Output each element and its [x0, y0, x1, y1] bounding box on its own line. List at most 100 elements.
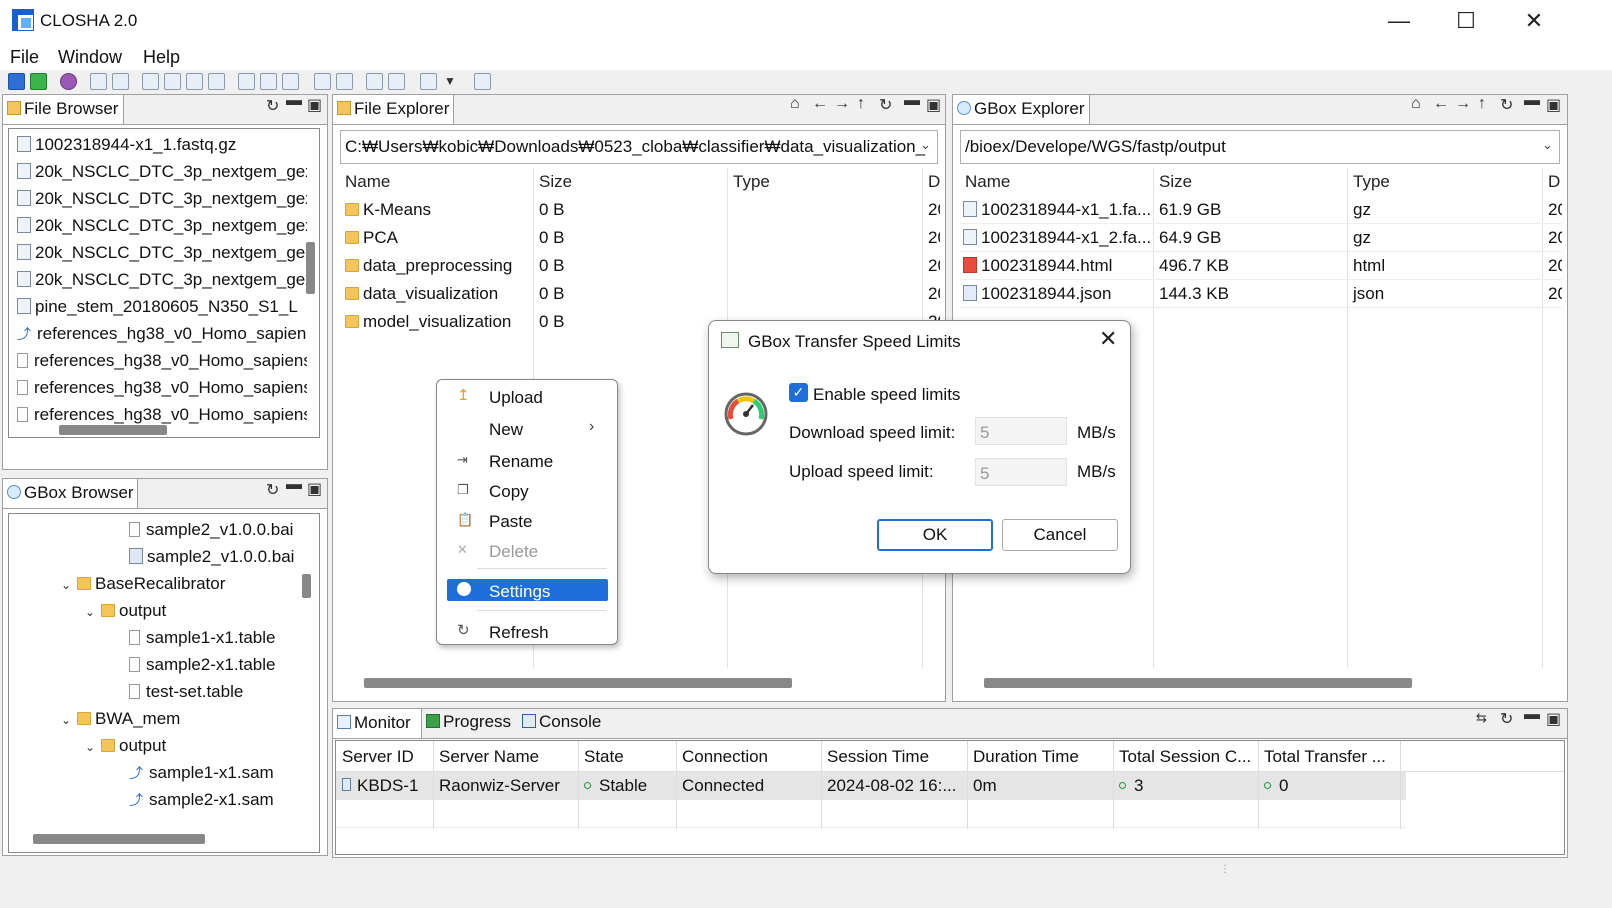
tree-item[interactable]: ⌄ output	[9, 732, 299, 759]
checklist-icon[interactable]	[260, 73, 277, 90]
tree-item[interactable]: sample2_v1.0.0.bai	[9, 543, 299, 570]
horizontal-scrollbar[interactable]	[59, 425, 167, 435]
horizontal-scrollbar[interactable]	[33, 834, 205, 844]
refresh-icon[interactable]: ↻	[1500, 709, 1513, 729]
chevron-down-icon[interactable]: ⌄	[61, 707, 77, 732]
connect-icon[interactable]: ⇆	[1476, 710, 1487, 726]
tab-file-explorer[interactable]: File Explorer	[332, 94, 454, 124]
tree-item[interactable]: sample2_v1.0.0.bai	[9, 516, 299, 543]
minimize-panel-icon[interactable]: ▬	[1524, 706, 1540, 724]
list-item[interactable]: references_hg38_v0_Homo_sapiens	[17, 374, 307, 401]
table-row[interactable]: PCA 0 B 20	[340, 224, 940, 252]
export-edit-icon[interactable]	[336, 73, 353, 90]
refresh-icon[interactable]: ↻	[266, 480, 279, 500]
maximize-panel-icon[interactable]: ▣	[307, 95, 322, 115]
ok-button[interactable]: OK	[877, 519, 993, 551]
list-item[interactable]: references_hg38_v0_Homo_sapiens	[17, 401, 307, 428]
maximize-panel-icon[interactable]: ▣	[1546, 95, 1561, 115]
horizontal-scrollbar[interactable]	[364, 678, 792, 688]
tree-item[interactable]: ⌄ BWA_mem	[9, 705, 299, 732]
menu-help[interactable]: Help	[143, 47, 180, 68]
remote-path-combo[interactable]: /bioex/Develope/WGS/fastp/output	[960, 130, 1560, 164]
list-item[interactable]: references_hg38_v0_Homo_sapiens	[17, 347, 307, 374]
menu-file[interactable]: File	[10, 47, 39, 68]
tree-edit-icon[interactable]	[164, 73, 181, 90]
dropdown-chevron-icon[interactable]: ▼	[444, 74, 456, 88]
tab-console[interactable]: Console	[522, 712, 601, 732]
menu-item-refresh[interactable]: Refresh	[489, 623, 549, 643]
gbox-toolbar-icon[interactable]	[30, 73, 47, 90]
chevron-down-icon[interactable]: ⌄	[61, 572, 77, 597]
column-header-type[interactable]: Type	[733, 172, 770, 192]
maximize-panel-icon[interactable]: ▣	[926, 95, 941, 115]
tree-item[interactable]: ⌄ output	[9, 597, 299, 624]
tree-add-icon[interactable]	[142, 73, 159, 90]
checklist-edit-icon[interactable]	[282, 73, 299, 90]
trash-icon[interactable]	[474, 73, 491, 90]
edit-icon[interactable]	[112, 73, 129, 90]
minimize-panel-icon[interactable]: ▬	[904, 92, 920, 110]
home-icon[interactable]: ⌂	[790, 95, 800, 113]
new-folder-icon[interactable]	[90, 73, 107, 90]
copy-tool-icon[interactable]	[420, 73, 437, 90]
dialog-close-icon[interactable]: ✕	[1099, 326, 1117, 352]
column-header-name[interactable]: Name	[965, 172, 1010, 192]
back-arrow-icon[interactable]: ←	[812, 95, 828, 113]
list-item[interactable]: ⤴ references_hg38_v0_Homo_sapiens	[17, 320, 307, 347]
table-row[interactable]: 1002318944-x1_1.fa... 61.9 GB gz 20	[960, 196, 1562, 224]
forward-arrow-icon[interactable]: →	[834, 95, 850, 113]
server-table[interactable]: Server ID Server Name State Connection Sessi…	[335, 740, 1565, 855]
table-row[interactable]: 1002318944.html 496.7 KB html 20	[960, 252, 1562, 280]
import-icon[interactable]	[366, 73, 383, 90]
vertical-scrollbar[interactable]	[302, 574, 311, 598]
chevron-down-icon[interactable]: ⌄	[1542, 137, 1553, 153]
maximize-panel-icon[interactable]: ▣	[1546, 709, 1561, 729]
list-item[interactable]: 20k_NSCLC_DTC_3p_nextgem_gex	[17, 266, 307, 293]
list-item[interactable]: 20k_NSCLC_DTC_3p_nextgem_gex	[17, 212, 307, 239]
minimize-panel-icon[interactable]: ▬	[1524, 92, 1540, 110]
menu-item-settings[interactable]: Settings	[489, 582, 550, 602]
tab-monitor[interactable]: Monitor	[332, 708, 422, 738]
refresh-icon[interactable]: ↻	[266, 96, 279, 116]
chevron-down-icon[interactable]: ⌄	[85, 734, 101, 759]
closha-toolbar-icon[interactable]	[8, 73, 25, 90]
column-header-type[interactable]: Type	[1353, 172, 1390, 192]
column-header-name[interactable]: Name	[345, 172, 390, 192]
horizontal-scrollbar[interactable]	[984, 678, 1412, 688]
upload-limit-input[interactable]: 5	[975, 458, 1067, 486]
menu-item-new[interactable]: New	[489, 420, 523, 440]
tree-item[interactable]: sample1-x1.table	[9, 624, 299, 651]
maximize-panel-icon[interactable]: ▣	[307, 479, 322, 499]
menu-item-upload[interactable]: Upload	[489, 388, 543, 408]
tree-export-icon[interactable]	[208, 73, 225, 90]
chevron-down-icon[interactable]: ⌄	[85, 599, 101, 624]
tab-gbox-explorer[interactable]: GBox Explorer	[952, 94, 1090, 124]
workflow-icon[interactable]	[60, 73, 77, 90]
list-item[interactable]: 20k_NSCLC_DTC_3p_nextgem_gex	[17, 185, 307, 212]
gbox-browser-tree[interactable]: sample2_v1.0.0.bai sample2_v1.0.0.bai ⌄ Bas…	[8, 513, 320, 853]
enable-speed-limits-checkbox[interactable]: ✓	[789, 383, 808, 402]
vertical-scrollbar[interactable]	[306, 242, 315, 294]
table-row[interactable]: K-Means 0 B 20	[340, 196, 940, 224]
list-item[interactable]: 1002318944-x1_1.fastq.gz	[17, 131, 307, 158]
settings-tool-icon[interactable]	[238, 73, 255, 90]
home-icon[interactable]: ⌂	[1411, 95, 1421, 113]
tree-item[interactable]: ⤴ sample2-x1.sam	[9, 786, 299, 813]
minimize-button[interactable]: —	[1364, 4, 1434, 38]
tree-item[interactable]: sample2-x1.table	[9, 651, 299, 678]
list-item[interactable]: pine_stem_20180605_N350_S1_L	[17, 293, 307, 320]
tree-item[interactable]: test-set.table	[9, 678, 299, 705]
tree-item[interactable]: ⤴ sample1-x1.sam	[9, 759, 299, 786]
table-row[interactable]: 1002318944-x1_2.fa... 64.9 GB gz 20	[960, 224, 1562, 252]
maximize-button[interactable]: ☐	[1431, 4, 1501, 38]
tab-gbox-browser[interactable]: GBox Browser	[2, 478, 138, 508]
close-window-button[interactable]: ✕	[1499, 4, 1569, 38]
table-row[interactable]: data_preprocessing 0 B 20	[340, 252, 940, 280]
list-item[interactable]: 20k_NSCLC_DTC_3p_nextgem_gex	[17, 158, 307, 185]
up-arrow-icon[interactable]: ↑	[1478, 95, 1486, 113]
refresh-icon[interactable]: ↻	[1500, 95, 1513, 115]
tab-progress[interactable]: Progress	[426, 712, 511, 732]
cancel-button[interactable]: Cancel	[1002, 519, 1118, 551]
list-item[interactable]: 20k_NSCLC_DTC_3p_nextgem_gex	[17, 239, 307, 266]
refresh-icon[interactable]: ↻	[879, 95, 892, 115]
